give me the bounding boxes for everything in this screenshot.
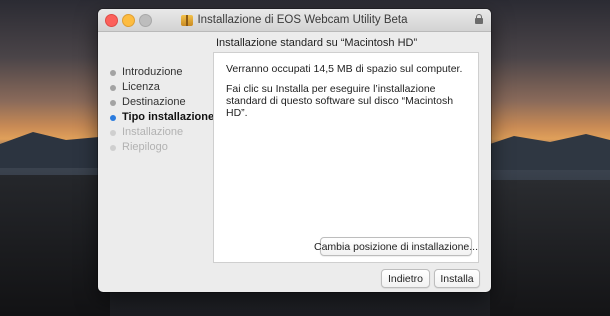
step-dot-icon <box>110 145 116 151</box>
step-dot-icon <box>110 85 116 91</box>
step-label: Destinazione <box>122 96 186 108</box>
package-icon <box>181 14 194 26</box>
background-ground-left <box>0 175 110 316</box>
step-riepilogo: Riepilogo <box>108 140 214 155</box>
steps-sidebar: Introduzione Licenza Destinazione Tipo i… <box>108 65 214 155</box>
step-label: Tipo installazione <box>122 111 215 123</box>
step-licenza: Licenza <box>108 80 214 95</box>
back-button[interactable]: Indietro <box>381 269 430 288</box>
background-hills <box>0 132 110 168</box>
step-introduzione: Introduzione <box>108 65 214 80</box>
lock-icon <box>475 14 483 24</box>
step-dot-icon <box>110 100 116 106</box>
step-label: Introduzione <box>122 66 183 78</box>
change-location-button[interactable]: Cambia posizione di installazione... <box>314 237 478 256</box>
step-installazione: Installazione <box>108 125 214 140</box>
step-destinazione: Destinazione <box>108 95 214 110</box>
background-ground-right <box>490 180 610 316</box>
install-instructions: Fai clic su Installa per eseguire l’inst… <box>226 83 454 119</box>
title-bar[interactable]: Installazione di EOS Webcam Utility Beta <box>98 9 491 32</box>
background-hills-right <box>490 134 610 170</box>
step-label: Licenza <box>122 81 160 93</box>
page-subtitle: Installazione standard su “Macintosh HD” <box>216 37 418 49</box>
install-button[interactable]: Installa <box>434 269 480 288</box>
step-label: Riepilogo <box>122 141 168 153</box>
installer-window: Installazione di EOS Webcam Utility Beta… <box>98 9 491 292</box>
disk-space-text: Verranno occupati 14,5 MB di spazio sul … <box>226 63 463 75</box>
step-dot-icon <box>110 115 116 121</box>
step-tipo-installazione: Tipo installazione <box>108 110 214 125</box>
step-label: Installazione <box>122 126 184 138</box>
content-panel: Verranno occupati 14,5 MB di spazio sul … <box>213 52 479 263</box>
step-dot-icon <box>110 130 116 136</box>
window-title-group: Installazione di EOS Webcam Utility Beta <box>98 9 491 31</box>
step-dot-icon <box>110 70 116 76</box>
window-title: Installazione di EOS Webcam Utility Beta <box>197 14 408 26</box>
